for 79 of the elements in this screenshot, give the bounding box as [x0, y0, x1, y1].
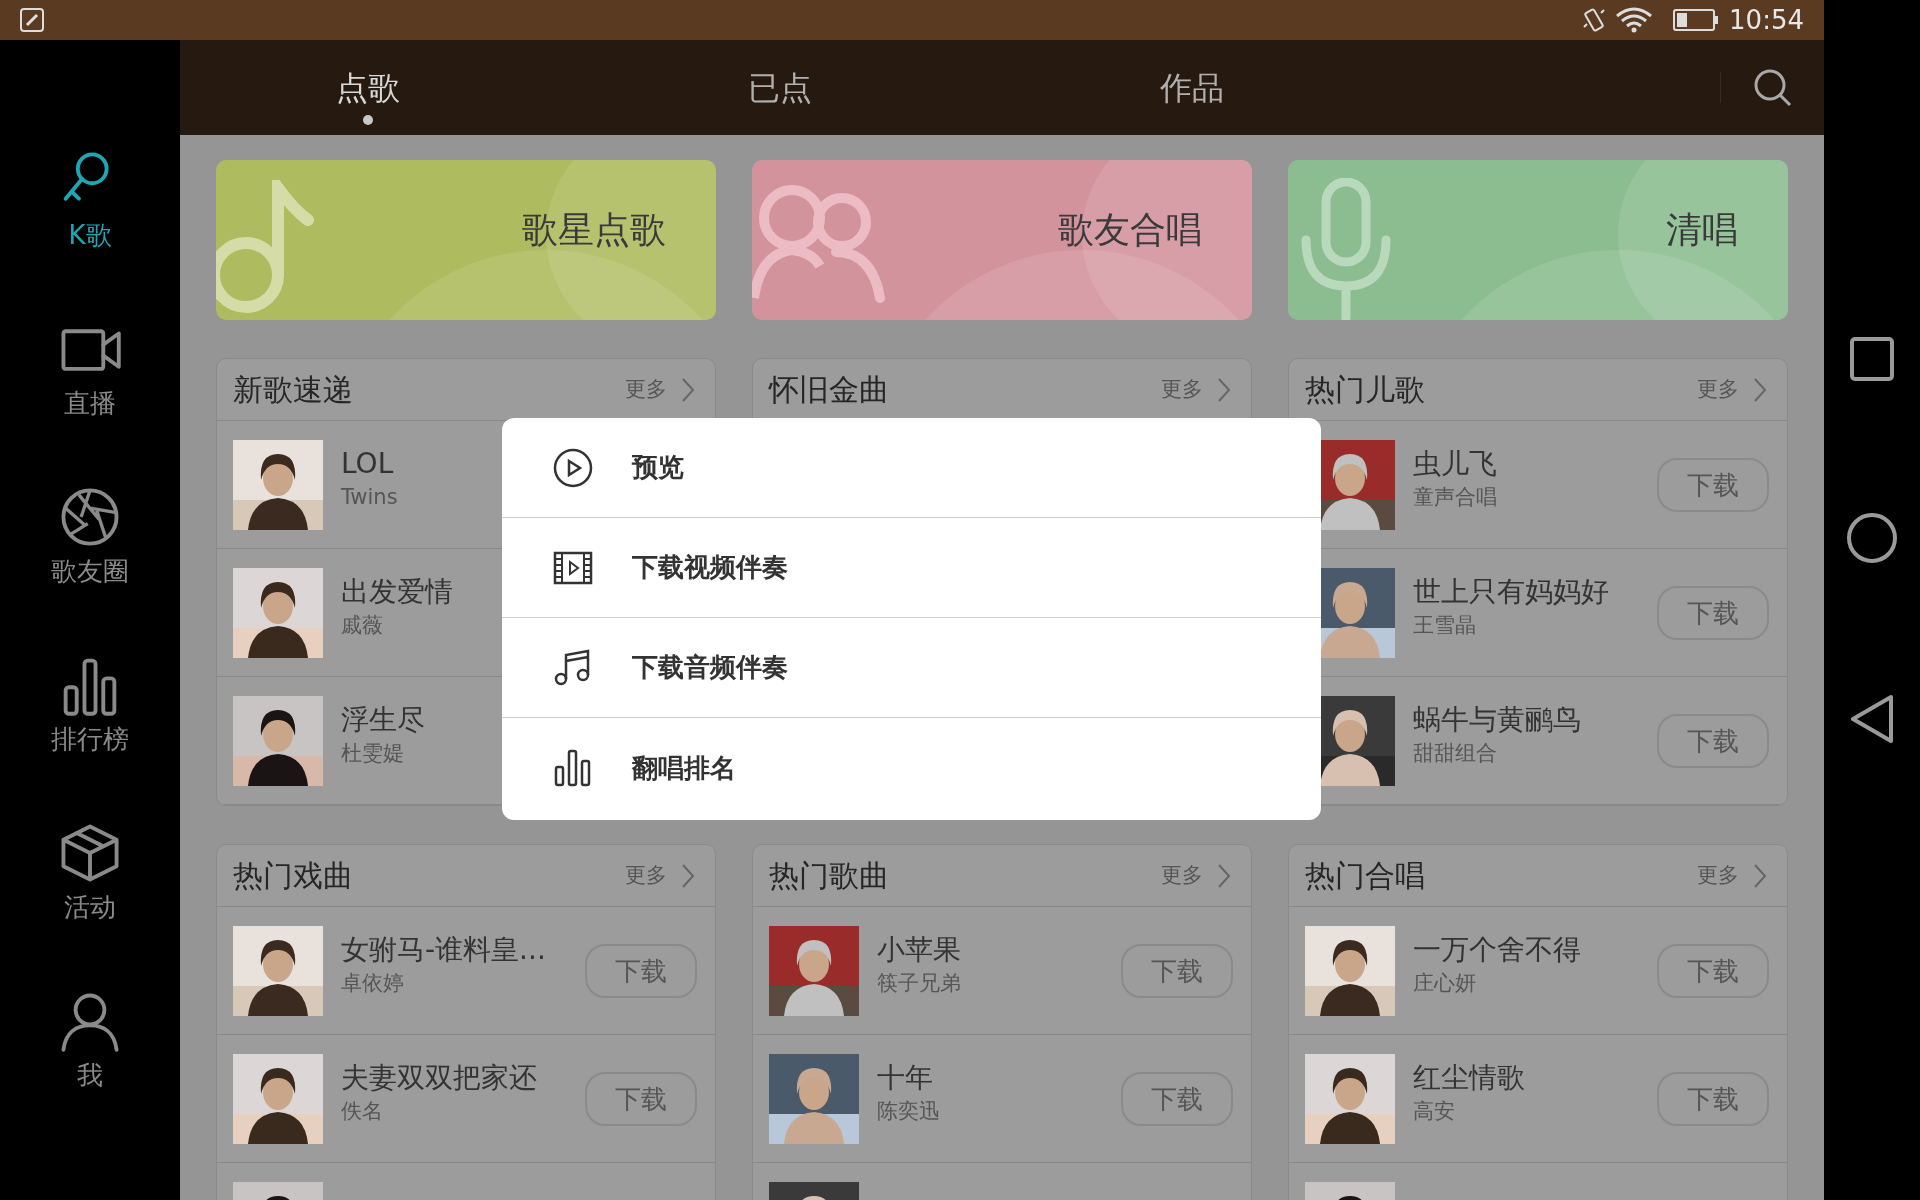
wifi-icon: [1615, 7, 1654, 33]
artist-name: 童声合唱: [1413, 484, 1497, 511]
chevron-right-icon: [681, 376, 695, 403]
search-icon[interactable]: [1752, 67, 1793, 108]
sidebar-item[interactable]: 直播: [0, 318, 180, 486]
category-banner[interactable]: 歌友合唱: [752, 160, 1252, 320]
download-button[interactable]: 下载: [1657, 1072, 1769, 1126]
chevron-right-icon: [681, 862, 695, 889]
section-title: 热门戏曲: [233, 857, 353, 895]
download-button[interactable]: 下载: [1657, 944, 1769, 998]
download-button[interactable]: 下载: [1121, 944, 1233, 998]
artist-name: 卓依婷: [341, 970, 404, 997]
artist-name: 佚名: [341, 1098, 383, 1125]
play-icon: [552, 446, 594, 489]
more-link[interactable]: 更多: [625, 373, 695, 406]
artist-name: 陈奕迅: [877, 1098, 940, 1125]
menu-item[interactable]: 下载音频伴奏: [502, 618, 1321, 718]
menu-item[interactable]: 下载视频伴奏: [502, 518, 1321, 618]
song-title: 浮生尽: [341, 702, 425, 738]
menu-item[interactable]: 翻唱排名: [502, 718, 1321, 818]
home-icon[interactable]: [1846, 512, 1898, 564]
back-icon[interactable]: [1849, 694, 1895, 744]
download-button[interactable]: 下载: [585, 944, 697, 998]
more-link[interactable]: 更多: [1697, 859, 1767, 892]
artist-name: Twins: [341, 484, 398, 511]
download-button[interactable]: 下载: [1657, 586, 1769, 640]
chevron-right-icon: [1217, 376, 1231, 403]
section-title: 新歌速递: [233, 371, 353, 409]
download-button[interactable]: 下载: [1657, 458, 1769, 512]
sidebar-item[interactable]: 排行榜: [0, 654, 180, 822]
clock-time: 10:54: [1729, 3, 1804, 37]
chevron-right-icon: [1753, 862, 1767, 889]
sidebar-item[interactable]: 歌友圈: [0, 486, 180, 654]
artist-name: 戚薇: [341, 612, 383, 639]
section-title: 热门歌曲: [769, 857, 889, 895]
song-title: 蜗牛与黄鹂鸟: [1413, 702, 1581, 738]
aperture-icon: [59, 486, 121, 548]
tab[interactable]: 点歌: [162, 40, 574, 135]
artist-name: 筷子兄弟: [877, 970, 961, 997]
cube-icon: [59, 822, 121, 884]
song-title: 十年: [877, 1060, 933, 1096]
chevron-right-icon: [1753, 376, 1767, 403]
sidebar-item[interactable]: 我: [0, 990, 180, 1158]
song-title: 世上只有妈妈好: [1413, 574, 1609, 610]
category-banner[interactable]: 清唱: [1288, 160, 1788, 320]
vibrate-icon: [1581, 7, 1608, 33]
chevron-right-icon: [1217, 862, 1231, 889]
sidebar-item[interactable]: K歌: [0, 150, 180, 318]
edit-icon: [20, 8, 44, 32]
song-title: 出发爱情: [341, 574, 453, 610]
artist-name: 庄心妍: [1413, 970, 1476, 997]
song-title: 虫儿飞: [1413, 446, 1497, 482]
artist-name: 王雪晶: [1413, 612, 1476, 639]
section-title: 热门合唱: [1305, 857, 1425, 895]
song-title: 小苹果: [877, 932, 961, 968]
category-banner[interactable]: 歌星点歌: [216, 160, 716, 320]
artist-name: 甜甜组合: [1413, 740, 1497, 767]
battery-icon: [1673, 8, 1720, 32]
section-title: 怀旧金曲: [769, 371, 889, 409]
sidebar-item[interactable]: 活动: [0, 822, 180, 990]
song-title: 红尘情歌: [1413, 1060, 1525, 1096]
more-link[interactable]: 更多: [1161, 373, 1231, 406]
recent-apps-icon[interactable]: [1849, 336, 1895, 382]
song-title: LOL: [341, 446, 394, 482]
menu-item[interactable]: 预览: [502, 418, 1321, 518]
more-link[interactable]: 更多: [1161, 859, 1231, 892]
download-button[interactable]: 下载: [1121, 1072, 1233, 1126]
more-link[interactable]: 更多: [1697, 373, 1767, 406]
tab[interactable]: 已点: [574, 40, 986, 135]
song-title: 女驸马-谁料皇...: [341, 932, 546, 968]
artist-name: 杜雯媞: [341, 740, 404, 767]
download-button[interactable]: 下载: [1657, 714, 1769, 768]
song-title: 一万个舍不得: [1413, 932, 1581, 968]
more-link[interactable]: 更多: [625, 859, 695, 892]
tab[interactable]: 作品: [986, 40, 1398, 135]
song-title: 夫妻双双把家还: [341, 1060, 537, 1096]
artist-name: 高安: [1413, 1098, 1455, 1125]
section-title: 热门儿歌: [1305, 371, 1425, 409]
download-button[interactable]: 下载: [585, 1072, 697, 1126]
